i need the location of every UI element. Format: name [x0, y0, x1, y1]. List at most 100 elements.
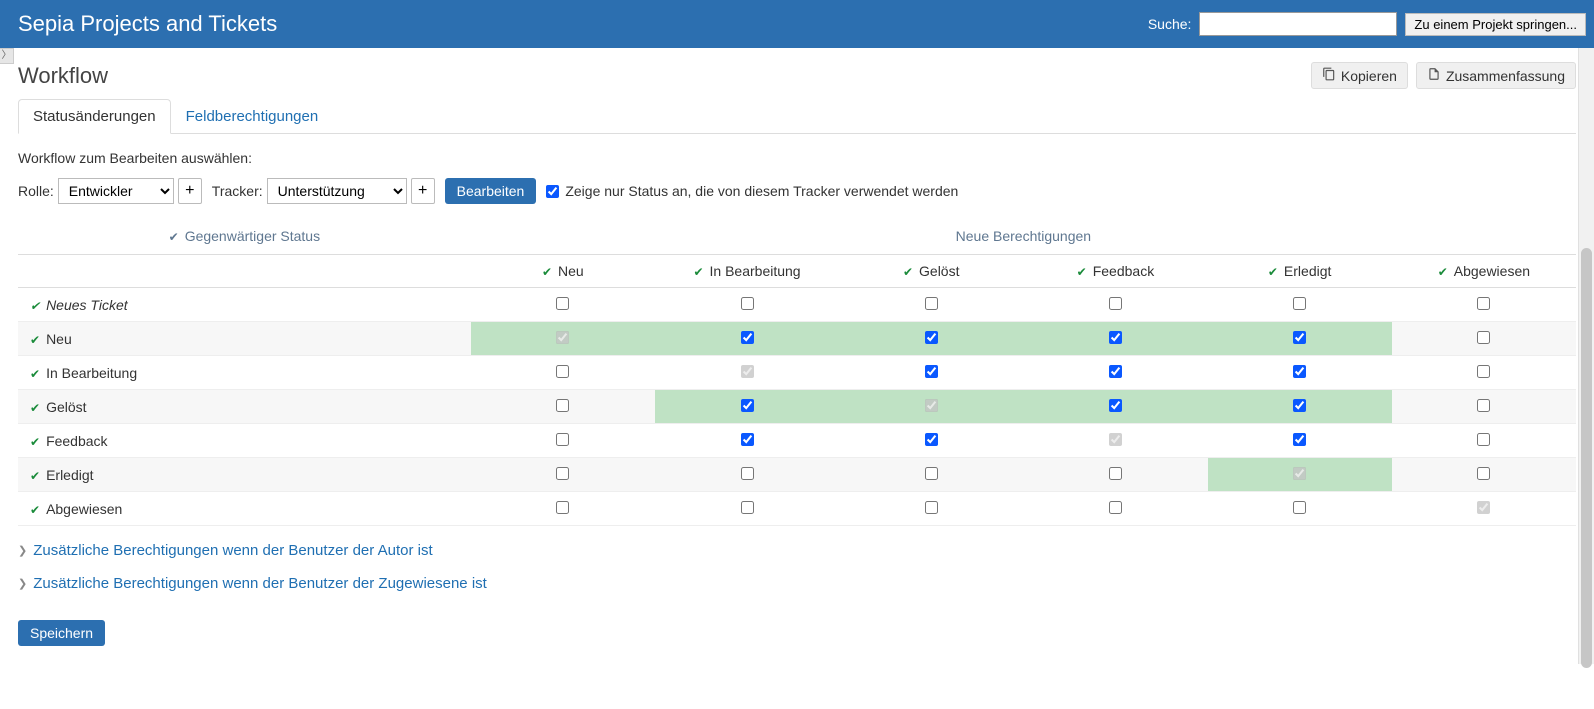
- column-header[interactable]: ✔Feedback: [1023, 255, 1207, 288]
- document-icon: [1427, 67, 1441, 84]
- transition-checkbox[interactable]: [1293, 297, 1306, 310]
- transition-checkbox[interactable]: [741, 501, 754, 514]
- only-used-checkbox[interactable]: [546, 185, 559, 198]
- scrollbar-thumb[interactable]: [1581, 248, 1592, 668]
- transition-cell: [1208, 322, 1392, 356]
- transition-cell: [839, 458, 1023, 492]
- tab-status-transitions[interactable]: Statusänderungen: [18, 99, 171, 134]
- only-used-statuses[interactable]: Zeige nur Status an, die von diesem Trac…: [546, 183, 958, 199]
- tracker-group: Tracker: Unterstützung +: [212, 178, 435, 204]
- transition-checkbox[interactable]: [1477, 331, 1490, 344]
- column-header[interactable]: ✔Gelöst: [839, 255, 1023, 288]
- row-label[interactable]: ✔Neues Ticket: [18, 288, 471, 322]
- row-label[interactable]: ✔Abgewiesen: [18, 492, 471, 526]
- transition-checkbox[interactable]: [1109, 297, 1122, 310]
- column-header[interactable]: ✔In Bearbeitung: [655, 255, 839, 288]
- tracker-select[interactable]: Unterstützung: [267, 178, 407, 204]
- transition-checkbox[interactable]: [556, 501, 569, 514]
- transition-cell: [655, 492, 839, 526]
- transition-checkbox[interactable]: [1293, 433, 1306, 446]
- transition-checkbox[interactable]: [741, 399, 754, 412]
- expand-assignee-permissions[interactable]: ❯ Zusätzliche Berechtigungen wenn der Be…: [18, 575, 1576, 592]
- transition-checkbox[interactable]: [1293, 399, 1306, 412]
- transition-checkbox[interactable]: [1109, 399, 1122, 412]
- transition-cell: [1392, 458, 1576, 492]
- transition-checkbox[interactable]: [925, 433, 938, 446]
- transition-cell: [839, 356, 1023, 390]
- transition-checkbox[interactable]: [556, 399, 569, 412]
- transition-cell: [471, 356, 655, 390]
- jump-to-project-button[interactable]: Zu einem Projekt springen...: [1405, 13, 1586, 36]
- transition-checkbox[interactable]: [1477, 467, 1490, 480]
- column-header[interactable]: ✔Abgewiesen: [1392, 255, 1576, 288]
- vertical-scrollbar[interactable]: [1578, 48, 1594, 664]
- empty-corner: [18, 255, 471, 288]
- transition-checkbox[interactable]: [1293, 365, 1306, 378]
- save-button[interactable]: Speichern: [18, 620, 105, 646]
- transition-checkbox[interactable]: [1477, 365, 1490, 378]
- table-row: ✔Gelöst: [18, 390, 1576, 424]
- transition-checkbox[interactable]: [1109, 331, 1122, 344]
- row-label[interactable]: ✔In Bearbeitung: [18, 356, 471, 390]
- table-row: ✔In Bearbeitung: [18, 356, 1576, 390]
- row-label[interactable]: ✔Feedback: [18, 424, 471, 458]
- transition-cell: [471, 288, 655, 322]
- row-label[interactable]: ✔Erledigt: [18, 458, 471, 492]
- tab-field-permissions[interactable]: Feldberechtigungen: [171, 99, 334, 134]
- copy-button-label: Kopieren: [1341, 68, 1397, 84]
- transition-checkbox[interactable]: [925, 365, 938, 378]
- search-label: Suche:: [1148, 16, 1192, 32]
- check-icon: ✔: [30, 333, 40, 347]
- copy-icon: [1322, 67, 1336, 84]
- transition-cell: [1392, 492, 1576, 526]
- transition-checkbox[interactable]: [556, 467, 569, 480]
- column-header[interactable]: ✔Neu: [471, 255, 655, 288]
- transition-checkbox[interactable]: [925, 331, 938, 344]
- transition-checkbox[interactable]: [1109, 467, 1122, 480]
- check-icon: ✔: [30, 401, 40, 415]
- transition-checkbox[interactable]: [1477, 297, 1490, 310]
- sidebar-collapse-icon[interactable]: 〉: [0, 48, 14, 64]
- role-select[interactable]: Entwickler: [58, 178, 174, 204]
- transition-cell: [839, 424, 1023, 458]
- transition-checkbox[interactable]: [1109, 365, 1122, 378]
- edit-button[interactable]: Bearbeiten: [445, 178, 537, 204]
- transition-checkbox: [1293, 467, 1306, 480]
- transition-checkbox[interactable]: [1477, 433, 1490, 446]
- transition-checkbox[interactable]: [556, 365, 569, 378]
- selector-row: Rolle: Entwickler + Tracker: Unterstützu…: [18, 178, 1576, 204]
- row-label[interactable]: ✔Neu: [18, 322, 471, 356]
- transition-checkbox[interactable]: [1293, 331, 1306, 344]
- check-icon: ✔: [169, 230, 179, 244]
- transition-checkbox[interactable]: [1293, 501, 1306, 514]
- add-tracker-button[interactable]: +: [411, 178, 435, 204]
- add-role-button[interactable]: +: [178, 178, 202, 204]
- transition-checkbox[interactable]: [741, 331, 754, 344]
- table-row: ✔Neu: [18, 322, 1576, 356]
- row-label[interactable]: ✔Gelöst: [18, 390, 471, 424]
- expand-author-permissions[interactable]: ❯ Zusätzliche Berechtigungen wenn der Be…: [18, 542, 1576, 559]
- transition-checkbox[interactable]: [925, 501, 938, 514]
- transition-checkbox[interactable]: [741, 297, 754, 310]
- search-input[interactable]: [1199, 12, 1397, 36]
- transition-checkbox[interactable]: [925, 467, 938, 480]
- app-title: Sepia Projects and Tickets: [18, 11, 277, 37]
- tabs: Statusänderungen Feldberechtigungen: [18, 99, 1576, 134]
- column-header[interactable]: ✔Erledigt: [1208, 255, 1392, 288]
- transition-checkbox[interactable]: [925, 297, 938, 310]
- check-icon: ✔: [542, 265, 552, 279]
- transition-checkbox[interactable]: [556, 433, 569, 446]
- transition-checkbox[interactable]: [741, 433, 754, 446]
- check-icon: ✔: [693, 265, 703, 279]
- transition-checkbox[interactable]: [1109, 501, 1122, 514]
- transition-checkbox: [1109, 433, 1122, 446]
- transition-checkbox[interactable]: [1477, 399, 1490, 412]
- new-permissions-header: Neue Berechtigungen: [471, 222, 1576, 255]
- transition-checkbox[interactable]: [556, 297, 569, 310]
- check-icon: ✔: [1268, 265, 1278, 279]
- transition-checkbox[interactable]: [741, 467, 754, 480]
- table-row: ✔Neues Ticket: [18, 288, 1576, 322]
- transition-cell: [655, 322, 839, 356]
- summary-button[interactable]: Zusammenfassung: [1416, 62, 1576, 89]
- copy-button[interactable]: Kopieren: [1311, 62, 1408, 89]
